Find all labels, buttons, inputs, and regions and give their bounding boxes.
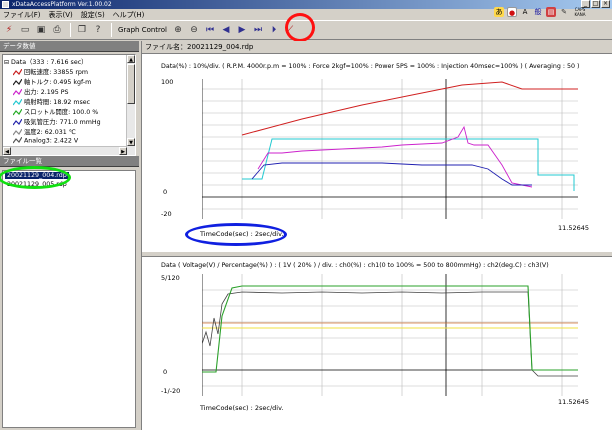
blue-highlight-circle	[185, 223, 287, 246]
power-series	[257, 125, 533, 188]
keyboard-icon[interactable]: ●	[507, 7, 517, 17]
channel-item[interactable]: スロットル開度: 100.0 %	[13, 107, 98, 116]
kana-label: KANA	[574, 12, 586, 17]
app-icon	[2, 1, 9, 8]
horizontal-scrollbar[interactable]: ◀ ▶	[3, 146, 127, 155]
collapse-icon[interactable]: ⊟	[4, 59, 9, 66]
dictionary-icon[interactable]: ▤	[546, 7, 556, 17]
copy-icon[interactable]: ❐	[75, 23, 89, 37]
channel-icon	[13, 128, 22, 135]
channel-label: スロットル開度: 100.0 %	[24, 109, 99, 116]
channel-item[interactable]: 吸気管圧力: 771.0 mmHg	[13, 117, 101, 126]
channel-label: 回転速度: 33855 rpm	[24, 69, 89, 76]
graph2-plot[interactable]	[202, 274, 578, 396]
channel-item[interactable]: 温度2: 62.031 ℃	[13, 127, 76, 136]
scroll-up-icon[interactable]: ▲	[127, 55, 135, 63]
channel-label: 吸気管圧力: 771.0 mmHg	[24, 119, 101, 126]
scroll-thumb[interactable]	[127, 64, 135, 104]
mode-icon[interactable]: A	[520, 7, 530, 17]
green-highlight-circle	[0, 166, 71, 189]
channel-label: 噴射時間: 18.92 msec	[24, 99, 91, 106]
injection-series	[242, 138, 575, 191]
scroll-right-icon[interactable]: ▶	[119, 147, 127, 155]
graph2-y-zero: 0	[163, 368, 168, 376]
play-icon[interactable]: ▶	[235, 23, 249, 37]
scroll-down-icon[interactable]: ▼	[127, 138, 135, 146]
menu-view[interactable]: 表示(V)	[49, 10, 73, 20]
data-tree[interactable]: ⊟ Data（333 : 7.616 sec） 回転速度: 33855 rpm …	[2, 54, 136, 156]
vertical-scrollbar[interactable]: ▲ ▼	[126, 55, 135, 155]
connect-icon[interactable]: ⚡	[2, 23, 16, 37]
graph-control-label: Graph Control	[118, 26, 167, 34]
pressure-series	[202, 291, 578, 377]
kanji-icon[interactable]: 般	[533, 7, 543, 17]
zoom-in-icon[interactable]: ⊕	[171, 23, 185, 37]
menu-help[interactable]: ヘルプ(H)	[113, 10, 145, 20]
toolbar-separator	[111, 23, 112, 37]
caps-kana-indicator: CAPS KANA	[572, 7, 588, 17]
graph-splitter[interactable]	[142, 251, 612, 257]
data-root-label: Data（333 : 7.616 sec）	[11, 59, 88, 66]
graph1-y-zero: 0	[163, 188, 168, 196]
graph2-x-end: 11.52645	[558, 398, 590, 406]
file-list[interactable]: 20021129_004.rdp 20021129_005.rdp	[2, 170, 136, 428]
window-title: xDataAccessPlatform Ver.1.00.02	[12, 1, 112, 8]
help-icon[interactable]: ?	[91, 23, 105, 37]
print-icon[interactable]: ⎙	[50, 23, 64, 37]
toolbar-separator	[70, 23, 71, 37]
torque-series	[251, 162, 532, 186]
channel-label: 出力: 2.195 PS	[24, 89, 69, 96]
graph1-y-min: -20	[161, 210, 172, 218]
channel-icon	[13, 108, 22, 115]
graph2-y-max: 5/120	[161, 274, 180, 282]
graph2-x-label: TimeCode(sec) : 2sec/div.	[200, 404, 284, 412]
channel-label: Analog3: 2.422 V	[24, 137, 79, 145]
channel-icon	[13, 98, 22, 105]
menu-settings[interactable]: 設定(S)	[81, 10, 105, 20]
data-values-header: データ数値	[0, 41, 139, 52]
channel-label: 温度2: 62.031 ℃	[24, 129, 76, 136]
graph2-title: Data ( Voltage(V) / Percentage(%) ) : ( …	[161, 262, 549, 269]
graph1-title: Data(%) : 10%/div. ( R.P.M. 4000r.p.m = …	[161, 63, 580, 70]
data-root[interactable]: ⊟ Data（333 : 7.616 sec）	[4, 57, 87, 66]
save-icon[interactable]: ▣	[34, 23, 48, 37]
graph1-grid	[202, 79, 578, 219]
first-icon[interactable]: ⏮	[203, 23, 217, 37]
tools-icon[interactable]: ✎	[559, 7, 569, 17]
ime-icon[interactable]: あ	[494, 7, 504, 17]
channel-item[interactable]: 噴射時間: 18.92 msec	[13, 97, 90, 106]
channel-item[interactable]: 出力: 2.195 PS	[13, 87, 69, 96]
channel-icon	[13, 68, 22, 75]
channel-icon	[13, 137, 22, 144]
close-button[interactable]: ×	[601, 0, 610, 8]
channel-icon	[13, 78, 22, 85]
file-name-label: ファイル名：20021129_004.rdp	[142, 41, 612, 54]
graph1-y-max: 100	[161, 78, 174, 86]
graph2-y-min: -1/-20	[161, 387, 181, 395]
throttle-series	[202, 285, 578, 373]
channel-item[interactable]: Analog3: 2.422 V	[13, 137, 78, 145]
next-icon[interactable]: ⏭	[251, 23, 265, 37]
channel-icon	[13, 88, 22, 95]
channel-item[interactable]: 回転速度: 33855 rpm	[13, 67, 88, 76]
channel-icon	[13, 118, 22, 125]
graph1-plot[interactable]	[202, 79, 578, 219]
open-icon[interactable]: ▭	[18, 23, 32, 37]
red-highlight-circle	[285, 13, 315, 42]
zoom-out-icon[interactable]: ⊖	[187, 23, 201, 37]
rpm-series	[241, 81, 578, 136]
channel-item[interactable]: 軸トルク: 0.495 kgf-m	[13, 77, 91, 86]
last-icon[interactable]: ⏵	[267, 23, 281, 37]
system-tray: あ ● A 般 ▤ ✎ CAPS KANA	[494, 7, 588, 17]
file-list-header: ファイル一覧	[0, 156, 139, 167]
maximize-button[interactable]: □	[591, 0, 600, 8]
channel-label: 軸トルク: 0.495 kgf-m	[24, 79, 92, 86]
graph1-x-end: 11.52645	[558, 224, 590, 232]
prev-icon[interactable]: ◀	[219, 23, 233, 37]
scroll-left-icon[interactable]: ◀	[3, 147, 11, 155]
menu-file[interactable]: ファイル(F)	[3, 10, 41, 20]
left-panel: データ数値 ⊟ Data（333 : 7.616 sec） 回転速度: 3385…	[0, 41, 139, 430]
